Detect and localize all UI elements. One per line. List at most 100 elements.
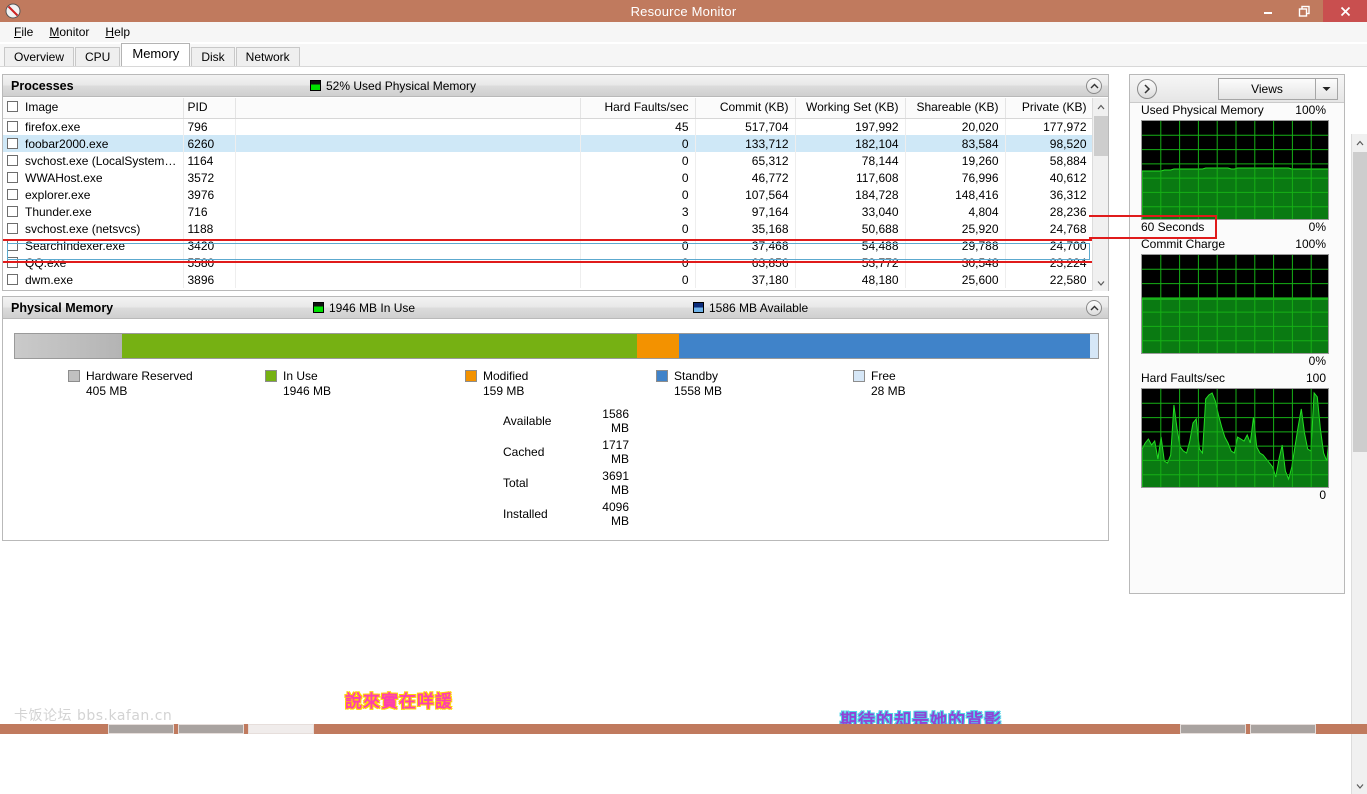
memory-stat-value: 3691 MB — [602, 469, 629, 497]
cell-hard-faults: 0 — [580, 152, 696, 169]
menu-item-help[interactable]: Help — [97, 23, 138, 41]
scroll-down-icon[interactable] — [1352, 777, 1367, 794]
table-row[interactable]: explorer.exe 3976 0 107,564 184,728 148,416 36… — [3, 186, 1094, 203]
scroll-up-icon[interactable] — [1352, 134, 1367, 151]
tab-overview[interactable]: Overview — [4, 47, 75, 66]
row-checkbox[interactable] — [7, 154, 18, 166]
table-row[interactable]: foobar2000.exe 6260 0 133,712 182,104 83,584 9… — [3, 135, 1094, 152]
physical-memory-panel-header[interactable]: Physical Memory 1946 MB In Use 1586 MB A… — [3, 297, 1108, 319]
minimize-button[interactable] — [1249, 0, 1286, 22]
graph-min-label: 0 — [1319, 488, 1326, 502]
table-row[interactable]: firefox.exe 796 45 517,704 197,992 20,020 177,… — [3, 118, 1094, 135]
table-row[interactable]: svchost.exe (netsvcs) 1188 0 35,168 50,688 25… — [3, 220, 1094, 237]
graph-title: Used Physical Memory 100% — [1130, 103, 1344, 120]
processes-collapse-button[interactable] — [1086, 78, 1102, 94]
cell-commit: 63,856 — [695, 254, 796, 271]
memory-bar-segment-modified — [636, 334, 679, 358]
graph-min-label: 0% — [1308, 354, 1326, 368]
taskbar-thumbnail[interactable] — [178, 724, 244, 734]
cell-shareable: 30,548 — [905, 254, 1006, 271]
table-row[interactable]: QQ.exe 5580 0 63,856 53,772 30,548 23,224 — [3, 254, 1094, 271]
processes-panel-header[interactable]: Processes 52% Used Physical Memory — [3, 75, 1108, 97]
memory-bar-segment-hardware-reserved — [15, 334, 123, 358]
cell-working-set: 78,144 — [795, 152, 906, 169]
cell-blank — [235, 220, 581, 237]
cell-pid: 3572 — [183, 169, 236, 186]
tab-cpu[interactable]: CPU — [75, 47, 121, 66]
row-checkbox[interactable] — [7, 188, 18, 200]
graph-block-commit-charge: Commit Charge 100% 0% — [1130, 237, 1344, 371]
row-checkbox[interactable] — [7, 273, 18, 285]
views-dropdown-button[interactable]: Views — [1218, 78, 1338, 100]
memory-in-use-status: 1946 MB In Use — [313, 301, 415, 315]
row-checkbox[interactable] — [7, 137, 18, 149]
col-header-pid[interactable]: PID — [183, 98, 236, 119]
cell-image: svchost.exe (LocalSystemNet... — [3, 152, 184, 169]
processes-table-container[interactable]: Image PID Hard Faults/sec Commit (KB) Wo… — [3, 98, 1108, 291]
row-checkbox[interactable] — [7, 205, 18, 217]
col-header-working-set[interactable]: Working Set (KB) — [795, 98, 906, 119]
window-scroll-thumb[interactable] — [1353, 152, 1367, 452]
legend-label-modified: Modified — [483, 369, 529, 383]
col-header-private[interactable]: Private (KB) — [1005, 98, 1094, 119]
tab-memory[interactable]: Memory — [121, 43, 191, 66]
table-row[interactable]: WWAHost.exe 3572 0 46,772 117,608 76,996 40,61… — [3, 169, 1094, 186]
taskbar-thumbnail-active[interactable] — [248, 724, 314, 734]
row-checkbox[interactable] — [7, 256, 18, 268]
table-row[interactable]: dwm.exe 3896 0 37,180 48,180 25,600 22,580 — [3, 271, 1094, 288]
tab-network[interactable]: Network — [235, 47, 300, 66]
cell-private: 24,700 — [1005, 237, 1094, 254]
chevron-down-icon[interactable] — [1315, 79, 1337, 99]
table-row[interactable]: svchost.exe (LocalSystemNet... 1164 0 65,31… — [3, 152, 1094, 169]
taskbar-thumbnail[interactable] — [1250, 724, 1316, 734]
cell-commit: 37,468 — [695, 237, 796, 254]
tab-disk[interactable]: Disk — [191, 47, 235, 66]
cell-image: dwm.exe — [3, 271, 184, 288]
table-row[interactable]: SearchIndexer.exe 3420 0 37,468 54,488 29,788… — [3, 237, 1094, 254]
row-checkbox[interactable] — [7, 222, 18, 234]
select-all-checkbox[interactable] — [7, 101, 18, 113]
memory-stat-value: 1717 MB — [602, 438, 629, 466]
cell-working-set: 54,488 — [795, 237, 906, 254]
taskbar-thumbnail[interactable] — [1180, 724, 1246, 734]
window-scrollbar[interactable] — [1351, 134, 1367, 794]
memory-stat-key: Total — [503, 476, 529, 490]
taskbar-thumbnail[interactable] — [108, 724, 174, 734]
cell-blank — [235, 254, 581, 271]
col-header-shareable[interactable]: Shareable (KB) — [905, 98, 1006, 119]
scroll-up-icon[interactable] — [1093, 98, 1109, 115]
processes-scroll-thumb[interactable] — [1094, 116, 1108, 156]
maximize-restore-button[interactable] — [1286, 0, 1323, 22]
col-header-image[interactable]: Image — [3, 98, 184, 119]
views-label: Views — [1251, 82, 1283, 96]
memory-stat-row: Available 1586 MB — [503, 407, 629, 436]
annotation-leader-top — [1089, 215, 1217, 217]
cell-blank — [235, 169, 581, 186]
col-header-commit[interactable]: Commit (KB) — [695, 98, 796, 119]
cell-blank — [235, 203, 581, 220]
cell-blank — [235, 152, 581, 169]
physical-memory-collapse-button[interactable] — [1086, 300, 1102, 316]
graph-footer: 0 — [1130, 488, 1344, 505]
graph-max-label: 100 — [1305, 371, 1326, 385]
chevron-right-icon[interactable] — [1137, 79, 1157, 99]
row-checkbox[interactable] — [7, 239, 18, 251]
cell-private: 36,312 — [1005, 186, 1094, 203]
window-title-bar[interactable]: Resource Monitor — [0, 0, 1367, 22]
table-row[interactable]: Thunder.exe 716 3 97,164 33,040 4,804 28,236 — [3, 203, 1094, 220]
cell-private: 98,520 — [1005, 135, 1094, 152]
menu-item-file[interactable]: File — [6, 23, 41, 41]
col-header-hard-faults[interactable]: Hard Faults/sec — [580, 98, 696, 119]
scroll-down-icon[interactable] — [1093, 274, 1109, 291]
cell-blank — [235, 186, 581, 203]
col-header-blank[interactable] — [235, 98, 581, 119]
row-checkbox[interactable] — [7, 120, 18, 132]
legend-value-in-use: 1946 MB — [283, 384, 332, 398]
close-button[interactable] — [1323, 0, 1367, 22]
processes-scrollbar[interactable] — [1092, 98, 1108, 291]
menu-item-monitor[interactable]: Monitor — [41, 23, 97, 41]
processes-table-header-row: Image PID Hard Faults/sec Commit (KB) Wo… — [3, 98, 1094, 119]
row-checkbox[interactable] — [7, 171, 18, 183]
memory-stat-key: Installed — [503, 507, 548, 521]
memory-stat-key: Available — [503, 414, 552, 428]
